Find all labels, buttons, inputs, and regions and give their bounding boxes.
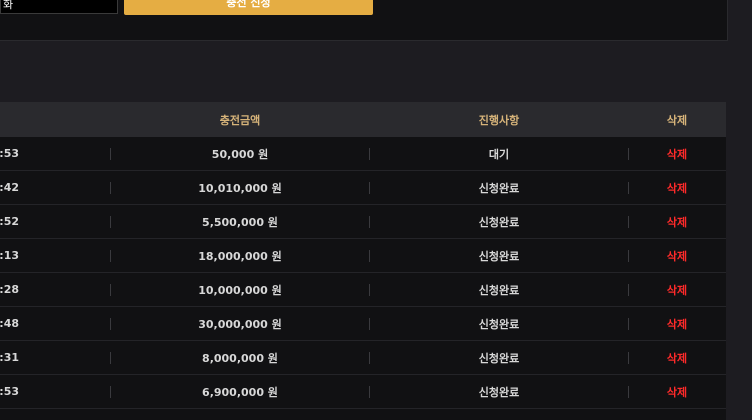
table-row: 17:53 50,000 원 대기 삭제	[0, 137, 726, 171]
column-divider	[110, 182, 111, 194]
row-time: 17:53	[0, 147, 20, 160]
table-row: 19:13 18,000,000 원 신청완료 삭제	[0, 239, 726, 273]
column-divider	[110, 148, 111, 160]
column-divider	[110, 284, 111, 296]
table-row: 14:31 8,000,000 원 신청완료 삭제	[0, 341, 726, 375]
column-divider	[369, 284, 370, 296]
delete-link[interactable]: 삭제	[628, 273, 726, 306]
row-time: 14:48	[0, 317, 20, 330]
row-status: 신청완료	[478, 249, 520, 263]
delete-link[interactable]: 삭제	[628, 341, 726, 374]
delete-link[interactable]: 삭제	[628, 137, 726, 170]
row-status: 신청완료	[478, 283, 520, 297]
table-row: 14:48 30,000,000 원 신청완료 삭제	[0, 307, 726, 341]
row-time: 09:42	[0, 181, 20, 194]
row-amount: 8,000,000 원	[202, 351, 278, 365]
row-time: 15:28	[0, 283, 20, 296]
column-divider	[628, 216, 629, 228]
charge-history-table: 날 충전금액 진행사항 삭제 17:5350,000 원대기삭제09:4210,…	[0, 102, 726, 420]
row-status: 신청완료	[478, 351, 520, 365]
header-amount: 충전금액	[219, 113, 261, 127]
delete-link[interactable]: 삭제	[628, 205, 726, 238]
delete-link[interactable]: 삭제	[628, 375, 726, 408]
column-divider	[110, 318, 111, 330]
row-time: 19:13	[0, 249, 20, 262]
apply-charge-button[interactable]: 충전 신청	[124, 0, 373, 15]
column-divider	[369, 216, 370, 228]
column-divider	[369, 318, 370, 330]
row-status: 신청완료	[478, 385, 520, 399]
delete-link[interactable]: 삭제	[628, 239, 726, 272]
delete-link[interactable]: 삭제	[628, 171, 726, 204]
row-amount: 18,000,000 원	[198, 249, 282, 263]
column-divider	[628, 352, 629, 364]
column-divider	[369, 386, 370, 398]
row-time: 21:52	[0, 215, 20, 228]
row-amount: 10,000,000 원	[198, 283, 282, 297]
header-delete: 삭제	[666, 113, 688, 127]
table-row: 15:28 10,000,000 원 신청완료 삭제	[0, 273, 726, 307]
row-time: 14:31	[0, 351, 20, 364]
row-status: 신청완료	[478, 317, 520, 331]
row-amount: 5,500,000 원	[202, 215, 278, 229]
row-status: 대기	[488, 147, 510, 161]
row-status: 신청완료	[478, 215, 520, 229]
column-divider	[110, 352, 111, 364]
column-divider	[110, 250, 111, 262]
column-divider	[628, 386, 629, 398]
table-header: 날 충전금액 진행사항 삭제	[0, 102, 726, 137]
row-amount: 50,000 원	[211, 147, 269, 161]
table-row: 12:53 6,900,000 원 신청완료 삭제	[0, 375, 726, 409]
column-divider	[369, 182, 370, 194]
column-divider	[369, 148, 370, 160]
phone-input[interactable]: 화	[0, 0, 118, 14]
column-divider	[628, 148, 629, 160]
column-divider	[369, 250, 370, 262]
column-divider	[628, 250, 629, 262]
row-time: 12:53	[0, 385, 20, 398]
row-amount: 30,000,000 원	[198, 317, 282, 331]
row-amount: 6,900,000 원	[202, 385, 278, 399]
row-amount: 10,010,000 원	[198, 181, 282, 195]
table-row: 21:52 5,500,000 원 신청완료 삭제	[0, 205, 726, 239]
column-divider	[369, 352, 370, 364]
column-divider	[628, 318, 629, 330]
column-divider	[110, 216, 111, 228]
column-divider	[628, 182, 629, 194]
row-status: 신청완료	[478, 181, 520, 195]
table-row: 09:42 10,010,000 원 신청완료 삭제	[0, 171, 726, 205]
header-date: 날	[0, 102, 54, 137]
charge-form-panel: 화 충전 신청	[0, 0, 728, 41]
header-status: 진행사항	[478, 113, 520, 127]
column-divider	[110, 386, 111, 398]
column-divider	[628, 284, 629, 296]
delete-link[interactable]: 삭제	[628, 307, 726, 340]
